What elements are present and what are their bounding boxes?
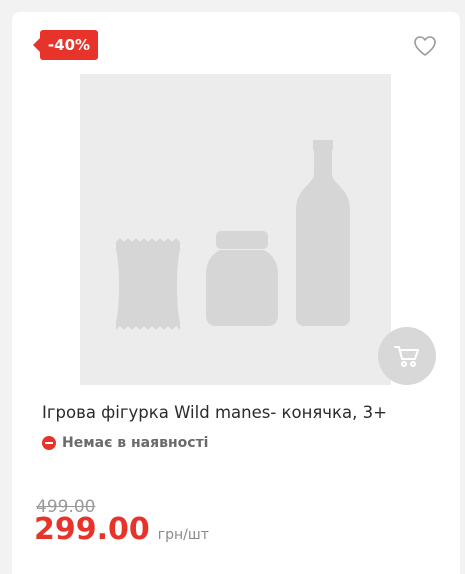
stock-status: Немає в наявності — [42, 435, 208, 451]
discount-badge: -40% — [33, 30, 98, 60]
current-price: 299.00 — [34, 512, 150, 547]
add-to-cart-button[interactable] — [378, 327, 436, 385]
product-placeholder-image — [116, 140, 350, 330]
product-image-placeholder[interactable] — [80, 74, 391, 385]
price-unit: грн/шт — [157, 527, 209, 543]
price-row: 299.00 грн/шт — [34, 512, 209, 547]
product-title-link[interactable]: Ігрова фігурка Wild manes- конячка, 3+ — [42, 403, 387, 422]
minus-circle-icon — [42, 436, 56, 450]
favorite-button[interactable] — [412, 34, 438, 58]
stock-status-text: Немає в наявності — [62, 435, 209, 451]
shopping-cart-icon — [394, 346, 419, 367]
heart-outline-icon — [414, 36, 436, 56]
